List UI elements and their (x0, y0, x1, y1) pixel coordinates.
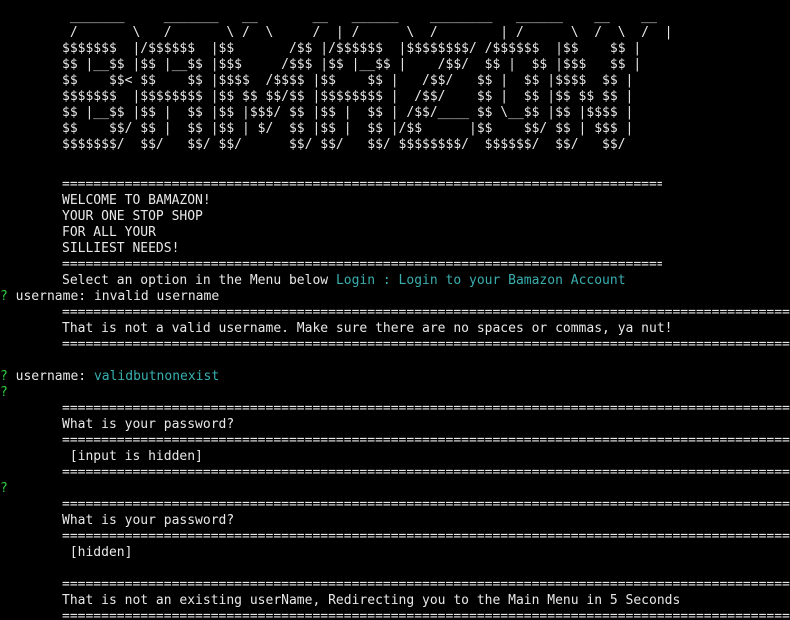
question-mark-icon: ? (0, 385, 8, 400)
separator-line: ========================================… (62, 401, 790, 416)
password-placeholder: [input is hidden] (69, 449, 203, 464)
separator-line: ========================================… (62, 465, 790, 480)
separator-line: ========================================… (62, 337, 790, 352)
banner-line: $$$$$$$ |/$$$$$$ |$$ /$$ |/$$$$$$ |$$$$$… (62, 41, 642, 56)
banner-line: $$ |__$$ |$$ |__$$ |$$$ /$$$ |$$ |__$$ |… (62, 57, 642, 72)
question-mark-icon: ? (0, 289, 8, 304)
question-mark-icon: ? (0, 369, 8, 384)
username-input-value[interactable]: validbutnonexist (94, 369, 219, 384)
password-input-field[interactable]: [input is hidden] (62, 449, 203, 465)
username-prompt-line: ? username: invalid username (0, 289, 219, 305)
username-label: username: (15, 369, 87, 384)
terminal-window[interactable]: _______ _______ __ __ ______ ________ __… (0, 0, 790, 620)
menu-prompt: Select an option in the Menu below (62, 273, 329, 288)
username-input-value[interactable]: invalid username (94, 289, 219, 304)
banner-line: _______ _______ __ __ ______ ________ __… (62, 9, 657, 24)
password-question: What is your password? (62, 417, 235, 432)
separator-line: ========================================… (62, 497, 790, 512)
welcome-line: YOUR ONE STOP SHOP (62, 209, 203, 224)
menu-prompt-line: Select an option in the Menu below Login… (62, 273, 626, 289)
separator-line: ========================================… (62, 177, 662, 192)
separator-line: ========================================… (62, 529, 790, 544)
banner-line: $$ $$< $$ $$ |$$$$ /$$$$ |$$ $$ | /$$/ $… (62, 73, 634, 88)
password-input-field[interactable]: [hidden] (62, 545, 133, 561)
username-prompt-line: ? username: validbutnonexist (0, 369, 219, 385)
separator-line: ========================================… (62, 577, 790, 592)
menu-selected-option[interactable]: Login : Login to your Bamazon Account (336, 273, 626, 288)
banner-line: $$ $$/ $$ | $$ |$$ | $/ $$ |$$ | $$ |/$$… (62, 121, 634, 136)
welcome-line: SILLIEST NEEDS! (62, 241, 180, 256)
ascii-art-banner: _______ _______ __ __ ______ ________ __… (62, 9, 672, 153)
separator-line: ========================================… (62, 305, 790, 320)
banner-line: / \ / \ / \ / | / \ / | / \ / \ / | (62, 25, 673, 40)
welcome-line: WELCOME TO BAMAZON! (62, 193, 211, 208)
separator-line: ========================================… (62, 257, 662, 272)
welcome-line: FOR ALL YOUR (62, 225, 156, 240)
password-question: What is your password? (62, 513, 235, 528)
banner-line: $$$$$$$/ $$/ $$/ $$/ $$/ $$/ $$/ $$$$$$$… (62, 137, 626, 152)
banner-line: $$ |__$$ |$$ | $$ |$$ |$$$/ $$ |$$ | $$ … (62, 105, 634, 120)
question-mark-icon: ? (0, 481, 8, 496)
password-placeholder: [hidden] (69, 545, 133, 560)
separator-line: ========================================… (62, 433, 790, 448)
separator-line: ========================================… (62, 609, 790, 620)
username-error-message: That is not a valid username. Make sure … (62, 321, 673, 336)
redirect-message: That is not an existing userName, Redire… (62, 593, 681, 608)
banner-line: $$$$$$$ |$$$$$$$$ |$$ $$ $$/$$ |$$$$$$$$… (62, 89, 634, 104)
username-label: username: (15, 289, 87, 304)
